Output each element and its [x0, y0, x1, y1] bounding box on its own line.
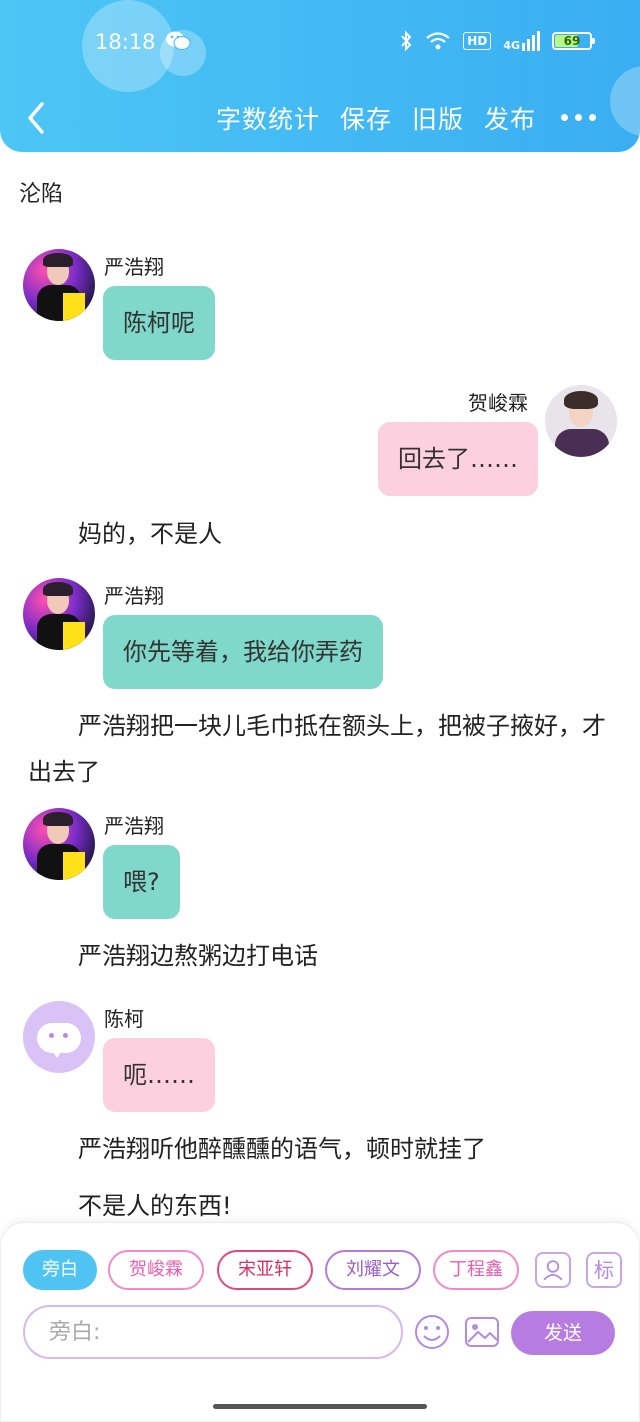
avatar[interactable]	[23, 578, 95, 650]
avatar[interactable]	[23, 1001, 95, 1073]
decorative-bubble	[610, 66, 640, 136]
home-indicator[interactable]	[213, 1404, 427, 1409]
role-chip-he-junlin[interactable]: 贺峻霖	[108, 1250, 204, 1290]
hd-badge: HD	[463, 32, 492, 50]
speaker-name: 贺峻霖	[468, 391, 528, 415]
old-version-button[interactable]: 旧版	[412, 100, 464, 136]
message-input[interactable]	[25, 1307, 401, 1357]
speaker-name: 严浩翔	[104, 814, 164, 838]
header-actions: 字数统计 保存 旧版 发布	[216, 100, 536, 136]
narration-text[interactable]: 严浩翔把一块儿毛巾抵在额头上，把被子掖好，才出去了	[28, 703, 618, 795]
role-manage-icon[interactable]	[535, 1252, 571, 1288]
message-bubble[interactable]: 陈柯呢	[103, 286, 215, 360]
avatar[interactable]	[545, 385, 617, 457]
message-bubble[interactable]: 喂?	[103, 845, 180, 919]
role-chip-liu-yaowen[interactable]: 刘耀文	[325, 1250, 421, 1290]
speaker-name: 严浩翔	[104, 584, 164, 608]
role-chip-song-yaxuan[interactable]: 宋亚轩	[217, 1250, 313, 1290]
publish-button[interactable]: 发布	[484, 100, 536, 136]
avatar[interactable]	[23, 249, 95, 321]
message-bubble[interactable]: 呃……	[103, 1038, 215, 1112]
avatar[interactable]	[23, 808, 95, 880]
wifi-icon	[426, 32, 450, 50]
role-chip-narration[interactable]: 旁白	[23, 1250, 97, 1290]
mark-button[interactable]: 标	[586, 1252, 622, 1288]
send-button[interactable]: 发送	[511, 1311, 615, 1355]
back-arrow-icon[interactable]	[22, 98, 52, 138]
bluetooth-icon	[401, 30, 412, 52]
network-label: 4G	[503, 39, 520, 52]
word-count-button[interactable]: 字数统计	[216, 100, 320, 136]
app-header: 18:18 HD 4G 69 字数统计 保存 旧版 发布	[0, 0, 640, 152]
document-title: 沦陷	[19, 182, 64, 207]
speaker-name: 严浩翔	[104, 255, 164, 279]
speaker-name: 陈柯	[104, 1007, 144, 1031]
narration-text[interactable]: 严浩翔听他醉醺醺的语气，顿时就挂了	[28, 1126, 618, 1172]
battery-icon: 69	[552, 32, 595, 50]
narration-text[interactable]: 严浩翔边熬粥边打电话	[28, 933, 618, 979]
message-bubble[interactable]: 你先等着，我给你弄药	[103, 615, 383, 689]
image-icon[interactable]	[463, 1313, 501, 1351]
more-icon[interactable]	[561, 114, 596, 121]
composer-panel: 旁白 贺峻霖 宋亚轩 刘耀文 丁程鑫 标 发送	[0, 1222, 640, 1422]
status-time: 18:18	[95, 30, 156, 54]
message-bubble[interactable]: 回去了……	[378, 422, 538, 496]
composer-input-box[interactable]	[23, 1305, 403, 1359]
emoji-icon[interactable]	[413, 1313, 451, 1351]
narration-text[interactable]: 妈的，不是人	[28, 511, 618, 557]
signal-icon: 4G	[503, 31, 540, 51]
role-chip-ding-chengxin[interactable]: 丁程鑫	[433, 1250, 519, 1290]
battery-level: 69	[563, 34, 581, 48]
status-icons: HD 4G 69	[399, 30, 595, 52]
wechat-icon	[166, 31, 191, 50]
save-button[interactable]: 保存	[340, 100, 392, 136]
